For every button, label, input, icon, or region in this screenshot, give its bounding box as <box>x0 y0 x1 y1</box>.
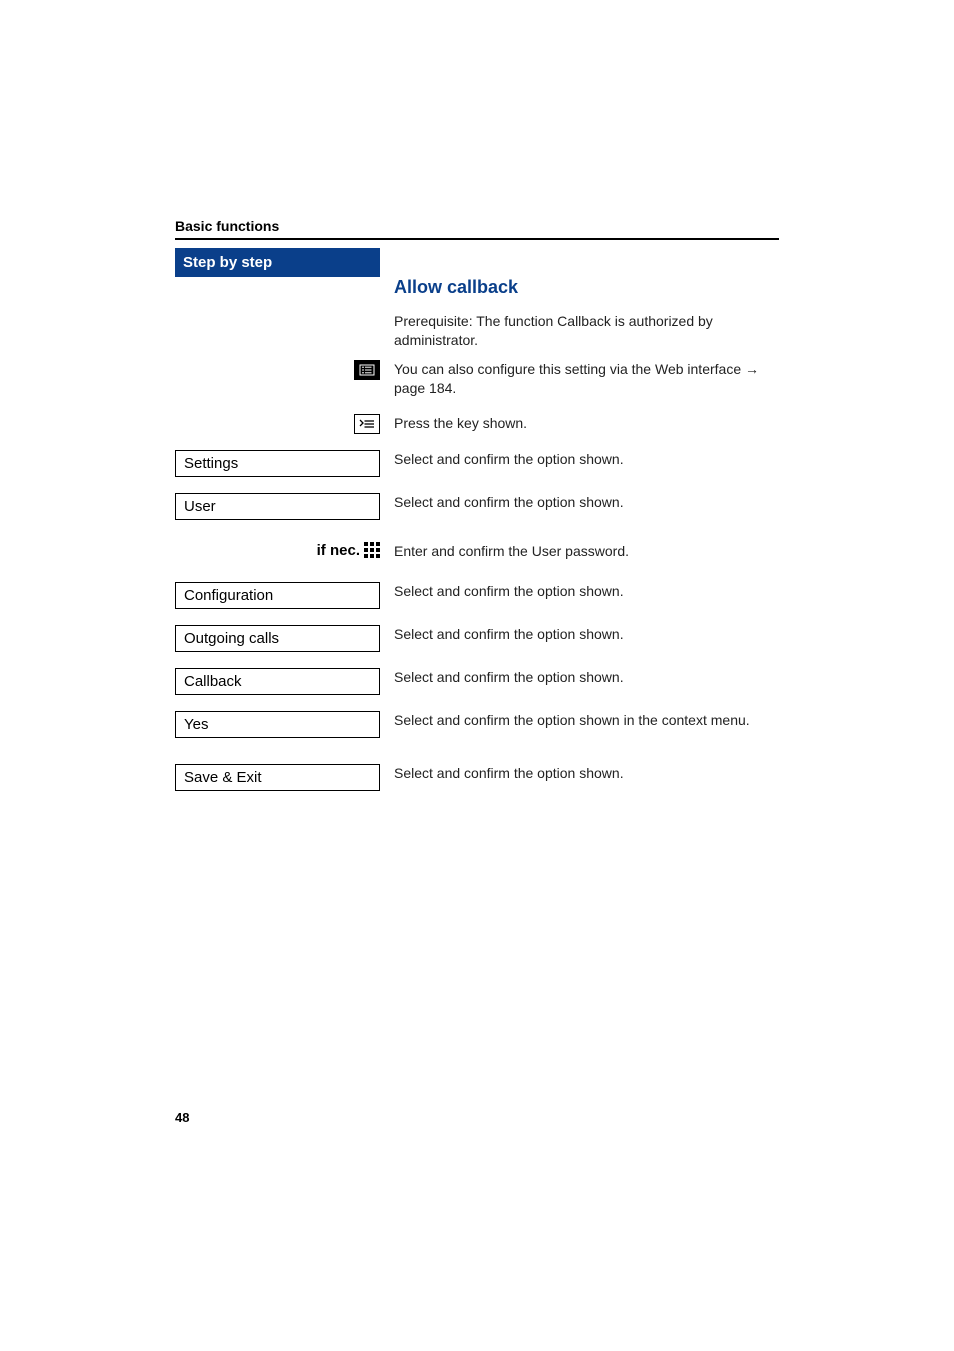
if-nec-label-wrap: if nec. <box>317 542 380 559</box>
password-desc: Enter and confirm the User password. <box>394 542 779 561</box>
menu-save-exit: Save & Exit <box>175 764 380 791</box>
prerequisite-text: Prerequisite: The function Callback is a… <box>394 312 779 350</box>
menu-outgoing-calls: Outgoing calls <box>175 625 380 652</box>
keypad-icon <box>364 542 380 558</box>
header-columns: Step by step Allow callback Prerequisite… <box>175 248 779 350</box>
row-save: Save & Exit Select and confirm the optio… <box>175 764 779 791</box>
document-page: Basic functions Step by step Allow callb… <box>0 0 954 1351</box>
outgoing-desc: Select and confirm the option shown. <box>394 625 779 644</box>
menu-user: User <box>175 493 380 520</box>
web-interface-text: You can also configure this setting via … <box>394 360 779 398</box>
row-settings: Settings Select and confirm the option s… <box>175 450 779 477</box>
web-interface-icon <box>354 360 380 380</box>
row-press-key: Press the key shown. <box>175 414 779 434</box>
row-webconf: You can also configure this setting via … <box>175 360 779 398</box>
press-key-text: Press the key shown. <box>394 414 779 433</box>
row-configuration: Configuration Select and confirm the opt… <box>175 582 779 609</box>
page-number: 48 <box>175 1110 189 1125</box>
menu-configuration: Configuration <box>175 582 380 609</box>
user-desc: Select and confirm the option shown. <box>394 493 779 512</box>
save-desc: Select and confirm the option shown. <box>394 764 779 783</box>
webconf-text-a: You can also configure this setting via … <box>394 361 745 377</box>
section-header: Basic functions <box>175 218 779 240</box>
step-by-step-banner: Step by step <box>175 248 380 277</box>
configuration-desc: Select and confirm the option shown. <box>394 582 779 601</box>
settings-desc: Select and confirm the option shown. <box>394 450 779 469</box>
callback-desc: Select and confirm the option shown. <box>394 668 779 687</box>
row-callback: Callback Select and confirm the option s… <box>175 668 779 695</box>
row-yes: Yes Select and confirm the option shown … <box>175 711 779 738</box>
press-key-icon <box>354 414 380 434</box>
yes-desc: Select and confirm the option shown in t… <box>394 711 779 730</box>
row-password: if nec. Enter and co <box>175 542 779 561</box>
arrow-icon: → <box>745 361 759 377</box>
row-outgoing: Outgoing calls Select and confirm the op… <box>175 625 779 652</box>
if-nec-label: if nec. <box>317 542 360 559</box>
menu-yes: Yes <box>175 711 380 738</box>
row-user: User Select and confirm the option shown… <box>175 493 779 520</box>
webconf-text-b: page 184. <box>394 380 456 396</box>
page-title: Allow callback <box>394 248 779 298</box>
menu-settings: Settings <box>175 450 380 477</box>
menu-callback: Callback <box>175 668 380 695</box>
